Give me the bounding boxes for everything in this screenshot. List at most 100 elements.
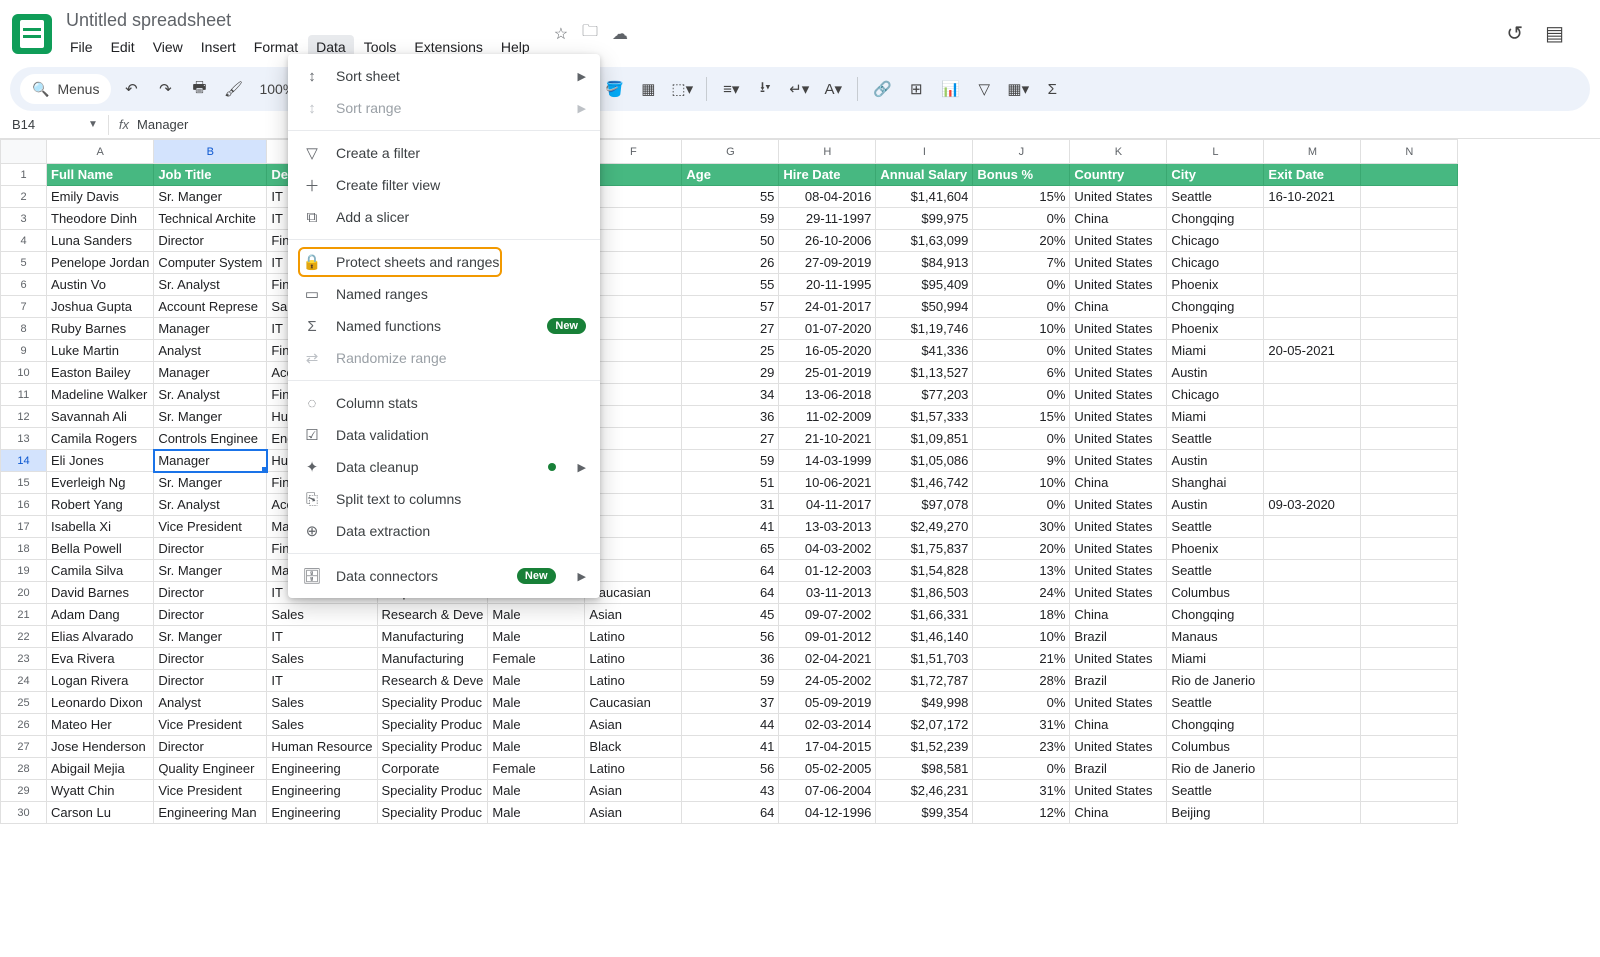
cell[interactable]: 18% (973, 604, 1070, 626)
menu-item-named-ranges[interactable]: ▭Named ranges (288, 278, 600, 310)
cell[interactable] (1264, 274, 1361, 296)
cell[interactable]: $1,57,333 (876, 406, 973, 428)
cell[interactable]: Chicago (1167, 230, 1264, 252)
column-header[interactable]: G (682, 140, 779, 164)
cell[interactable]: 28% (973, 670, 1070, 692)
insert-comment-button[interactable]: ⊞ (902, 75, 930, 103)
cell[interactable]: Account Represe (154, 296, 267, 318)
menu-item-data-extraction[interactable]: ⊕Data extraction (288, 515, 600, 547)
cell[interactable]: China (1070, 802, 1167, 824)
cell[interactable]: Latino (585, 670, 682, 692)
cell[interactable] (1361, 780, 1458, 802)
cell[interactable] (1361, 274, 1458, 296)
cell[interactable]: Caucasian (585, 692, 682, 714)
table-view-button[interactable]: ▦▾ (1004, 75, 1032, 103)
cell[interactable]: Asian (585, 802, 682, 824)
cell[interactable]: United States (1070, 494, 1167, 516)
cell[interactable] (1264, 318, 1361, 340)
column-header[interactable]: M (1264, 140, 1361, 164)
cell[interactable]: Latino (585, 758, 682, 780)
cell[interactable] (1264, 780, 1361, 802)
cell[interactable] (1361, 494, 1458, 516)
cell[interactable] (1361, 406, 1458, 428)
cell[interactable]: IT (267, 626, 377, 648)
cell[interactable]: Vice President (154, 714, 267, 736)
cell[interactable]: 26 (682, 252, 779, 274)
cell[interactable]: Chicago (1167, 252, 1264, 274)
cell[interactable]: United States (1070, 384, 1167, 406)
row-header[interactable]: 5 (1, 252, 47, 274)
cell[interactable]: Isabella Xi (47, 516, 154, 538)
menu-item-data-cleanup[interactable]: ✦Data cleanup▶ (288, 451, 600, 483)
cell[interactable]: Computer System (154, 252, 267, 274)
cell[interactable]: Seattle (1167, 560, 1264, 582)
cell[interactable]: Latino (585, 648, 682, 670)
cell[interactable]: Rio de Janerio (1167, 758, 1264, 780)
cell[interactable]: Female (488, 648, 585, 670)
cell[interactable]: 29-11-1997 (779, 208, 876, 230)
cell[interactable]: Austin (1167, 362, 1264, 384)
cell[interactable]: Logan Rivera (47, 670, 154, 692)
cell[interactable]: 14-03-1999 (779, 450, 876, 472)
cell[interactable] (1361, 736, 1458, 758)
cell[interactable]: 41 (682, 736, 779, 758)
header-cell[interactable]: Country (1070, 164, 1167, 186)
cell[interactable]: Director (154, 604, 267, 626)
row-header[interactable]: 15 (1, 472, 47, 494)
cell[interactable] (1361, 516, 1458, 538)
cell[interactable] (1361, 604, 1458, 626)
cell[interactable]: 0% (973, 274, 1070, 296)
cell[interactable]: Asian (585, 714, 682, 736)
cell[interactable]: Sr. Analyst (154, 274, 267, 296)
cell[interactable]: Sr. Manger (154, 186, 267, 208)
cell[interactable]: 45 (682, 604, 779, 626)
cell[interactable]: Sr. Manger (154, 472, 267, 494)
row-header[interactable]: 21 (1, 604, 47, 626)
cell[interactable]: 0% (973, 208, 1070, 230)
cell[interactable]: United States (1070, 516, 1167, 538)
cell[interactable]: United States (1070, 230, 1167, 252)
cell[interactable]: 10% (973, 626, 1070, 648)
cell[interactable]: Male (488, 802, 585, 824)
cell[interactable] (1361, 626, 1458, 648)
cell[interactable]: 51 (682, 472, 779, 494)
cell[interactable] (1361, 758, 1458, 780)
column-header[interactable]: K (1070, 140, 1167, 164)
cell[interactable]: Eli Jones (47, 450, 154, 472)
cell[interactable]: 16-05-2020 (779, 340, 876, 362)
cell[interactable]: Director (154, 538, 267, 560)
cell[interactable]: 20% (973, 538, 1070, 560)
cell[interactable]: Columbus (1167, 736, 1264, 758)
cell[interactable]: Chongqing (1167, 208, 1264, 230)
cell[interactable]: 9% (973, 450, 1070, 472)
undo-button[interactable]: ↶ (117, 75, 145, 103)
cell[interactable]: Carson Lu (47, 802, 154, 824)
cell[interactable]: Luke Martin (47, 340, 154, 362)
cell[interactable]: IT (267, 670, 377, 692)
cell[interactable]: 0% (973, 428, 1070, 450)
paint-format-button[interactable]: 🖌 (219, 75, 247, 103)
comment-icon[interactable]: ▤ (1545, 21, 1564, 46)
cell[interactable]: Brazil (1070, 758, 1167, 780)
cell[interactable]: United States (1070, 560, 1167, 582)
cell[interactable]: 02-04-2021 (779, 648, 876, 670)
cell[interactable]: Camila Rogers (47, 428, 154, 450)
move-icon[interactable]: 🗀 (582, 20, 598, 47)
cell[interactable] (1264, 626, 1361, 648)
cell[interactable]: 59 (682, 208, 779, 230)
cell[interactable]: 20-11-1995 (779, 274, 876, 296)
cell[interactable] (1361, 252, 1458, 274)
cell[interactable] (1264, 384, 1361, 406)
cell[interactable]: 05-09-2019 (779, 692, 876, 714)
cell[interactable]: United States (1070, 450, 1167, 472)
cell[interactable]: Asian (585, 780, 682, 802)
cell[interactable]: Human Resource (267, 736, 377, 758)
cell[interactable]: $97,078 (876, 494, 973, 516)
cell[interactable] (1264, 692, 1361, 714)
menu-item-protect-sheets-and-ranges[interactable]: 🔒Protect sheets and ranges (288, 246, 600, 278)
cell[interactable]: 24-05-2002 (779, 670, 876, 692)
cell[interactable]: 09-01-2012 (779, 626, 876, 648)
cell[interactable]: $95,409 (876, 274, 973, 296)
cell[interactable]: Male (488, 780, 585, 802)
cell[interactable]: Abigail Mejia (47, 758, 154, 780)
